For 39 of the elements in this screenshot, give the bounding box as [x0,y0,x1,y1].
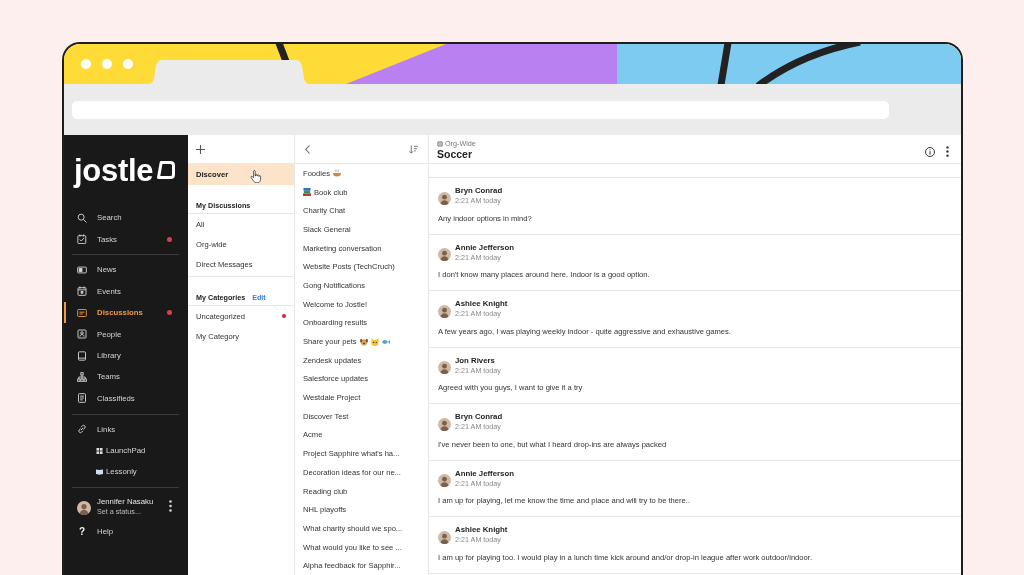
window-dot-icon[interactable] [123,59,133,69]
globe-icon [437,140,443,147]
avatar-icon [438,530,451,544]
avatar-icon [438,248,451,261]
sort-icon[interactable] [409,144,418,154]
checklist-icon [77,234,87,245]
search-icon [77,212,87,223]
more-icon[interactable] [169,500,172,513]
avatar-icon [438,361,451,374]
grid-icon [96,447,103,454]
document-icon [77,393,87,404]
avatar-icon [438,417,451,431]
newspaper-icon [77,264,87,275]
more-icon[interactable] [946,146,949,157]
add-icon[interactable] [196,144,205,154]
back-icon[interactable] [305,144,310,154]
window-dot-icon[interactable] [102,59,112,69]
org-chart-icon [77,371,87,382]
avatar-icon [438,304,451,318]
cat-face-icon [370,337,379,346]
person-card-icon [77,329,87,340]
message-board-icon [77,307,87,318]
calendar-icon [77,286,87,297]
info-icon[interactable] [925,146,935,157]
logo-icon [156,160,177,180]
help-icon: ? [77,525,87,538]
fish-icon [381,337,390,346]
logo-wordmark: jostle [74,155,154,186]
book-icon [77,350,87,361]
window-dot-icon[interactable] [81,59,91,69]
discussion-title: Soccer [437,148,473,161]
dog-face-icon [359,337,368,346]
link-icon [77,424,87,435]
book-icon [96,469,103,475]
avatar-icon [438,191,451,205]
avatar-icon [77,501,91,516]
books-icon [303,188,311,197]
avatar-icon [438,474,451,487]
bowl-icon [333,169,342,178]
